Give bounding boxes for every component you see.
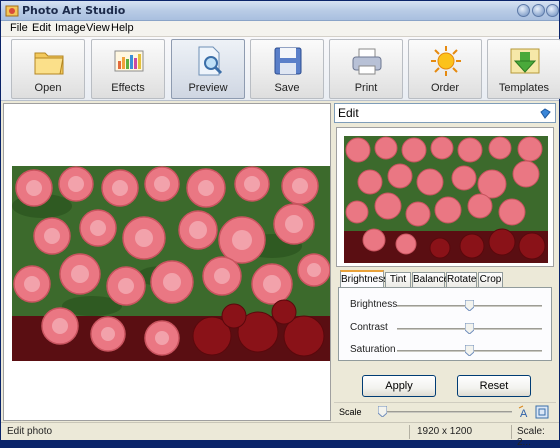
edit-panel: Edit Brightness Tint Balance Rotate Crop…: [334, 103, 556, 400]
templates-button[interactable]: Templates: [487, 39, 560, 99]
app-logo-icon: [5, 5, 19, 17]
menu-file[interactable]: File: [10, 22, 28, 34]
magnifier-preview-icon: [198, 46, 223, 76]
minimize-button[interactable]: [517, 4, 530, 17]
contrast-thumb[interactable]: [465, 323, 474, 334]
effects-label: Effects: [111, 82, 145, 94]
printer-icon: [352, 48, 382, 75]
status-divider: [511, 425, 512, 439]
menu-edit[interactable]: Edit: [32, 22, 51, 34]
open-button[interactable]: Open: [11, 39, 85, 99]
saturation-thumb[interactable]: [465, 345, 474, 356]
reset-button[interactable]: Reset: [457, 375, 531, 397]
close-button[interactable]: [546, 4, 559, 17]
scale-thumb[interactable]: [378, 406, 387, 417]
brightness-slider-row: Brightness: [339, 299, 553, 313]
main-toolbar: Open Effects Preview Save Print Order Te…: [1, 37, 560, 101]
contrast-slider-row: Contrast: [339, 322, 553, 336]
menu-image[interactable]: Image: [55, 22, 86, 34]
brightness-thumb[interactable]: [465, 300, 474, 311]
tab-rotate[interactable]: Rotate: [446, 272, 477, 287]
fit-text-icon[interactable]: A: [518, 405, 532, 419]
templates-download-icon: [510, 48, 540, 74]
contrast-label: Contrast: [350, 322, 388, 333]
tab-tint[interactable]: Tint: [385, 272, 411, 287]
brightness-tab-body: Brightness Contrast Saturation: [338, 287, 552, 361]
panel-pin-icon[interactable]: [540, 108, 551, 119]
scale-track[interactable]: [378, 411, 512, 413]
saturation-slider-row: Saturation: [339, 344, 553, 358]
save-label: Save: [274, 82, 300, 94]
image-canvas[interactable]: [3, 103, 331, 421]
effects-button[interactable]: Effects: [91, 39, 165, 99]
preview-label: Preview: [188, 82, 228, 94]
window-title: Photo Art Studio: [22, 4, 126, 17]
folder-icon: [34, 52, 64, 75]
sun-order-icon: [431, 46, 461, 76]
app-window: Photo Art Studio File Edit Image View He…: [0, 0, 560, 448]
brightness-label: Brightness: [350, 299, 398, 310]
status-scale: Scale: 2...: [517, 426, 545, 448]
roses-preview-photo: [344, 136, 548, 263]
saturation-label: Saturation: [350, 344, 396, 355]
floppy-disk-icon: [274, 47, 302, 75]
status-divider: [409, 425, 410, 439]
preview-pane: [336, 127, 554, 267]
preview-button[interactable]: Preview: [171, 39, 245, 99]
tab-brightness[interactable]: Brightness: [340, 270, 388, 288]
effects-chart-icon: [114, 50, 144, 72]
status-dimensions: 1920 x 1200: [417, 426, 473, 437]
panel-title: Edit: [338, 106, 359, 120]
title-bar: Photo Art Studio: [1, 1, 559, 21]
open-label: Open: [34, 82, 62, 94]
menu-help[interactable]: Help: [111, 22, 134, 34]
maximize-button[interactable]: [532, 4, 545, 17]
status-bar: Edit photo 1920 x 1200 Scale: 2...: [1, 422, 559, 448]
print-button[interactable]: Print: [329, 39, 403, 99]
status-message: Edit photo: [7, 426, 53, 437]
tab-crop[interactable]: Crop: [478, 272, 503, 287]
print-label: Print: [354, 82, 378, 94]
order-label: Order: [430, 82, 460, 94]
save-button[interactable]: Save: [250, 39, 324, 99]
templates-label: Templates: [498, 82, 550, 94]
scale-bar: Scale A: [334, 402, 556, 420]
panel-header: Edit: [334, 103, 556, 123]
menu-view[interactable]: View: [86, 22, 110, 34]
menu-bar: File Edit Image View Help: [1, 21, 559, 37]
apply-button[interactable]: Apply: [362, 375, 436, 397]
roses-photo: [12, 166, 330, 361]
tab-balance[interactable]: Balance: [412, 272, 449, 287]
scale-label: Scale: [339, 407, 362, 417]
zoom-fit-icon[interactable]: [535, 405, 549, 419]
order-button[interactable]: Order: [408, 39, 482, 99]
svg-text:A: A: [520, 408, 528, 419]
